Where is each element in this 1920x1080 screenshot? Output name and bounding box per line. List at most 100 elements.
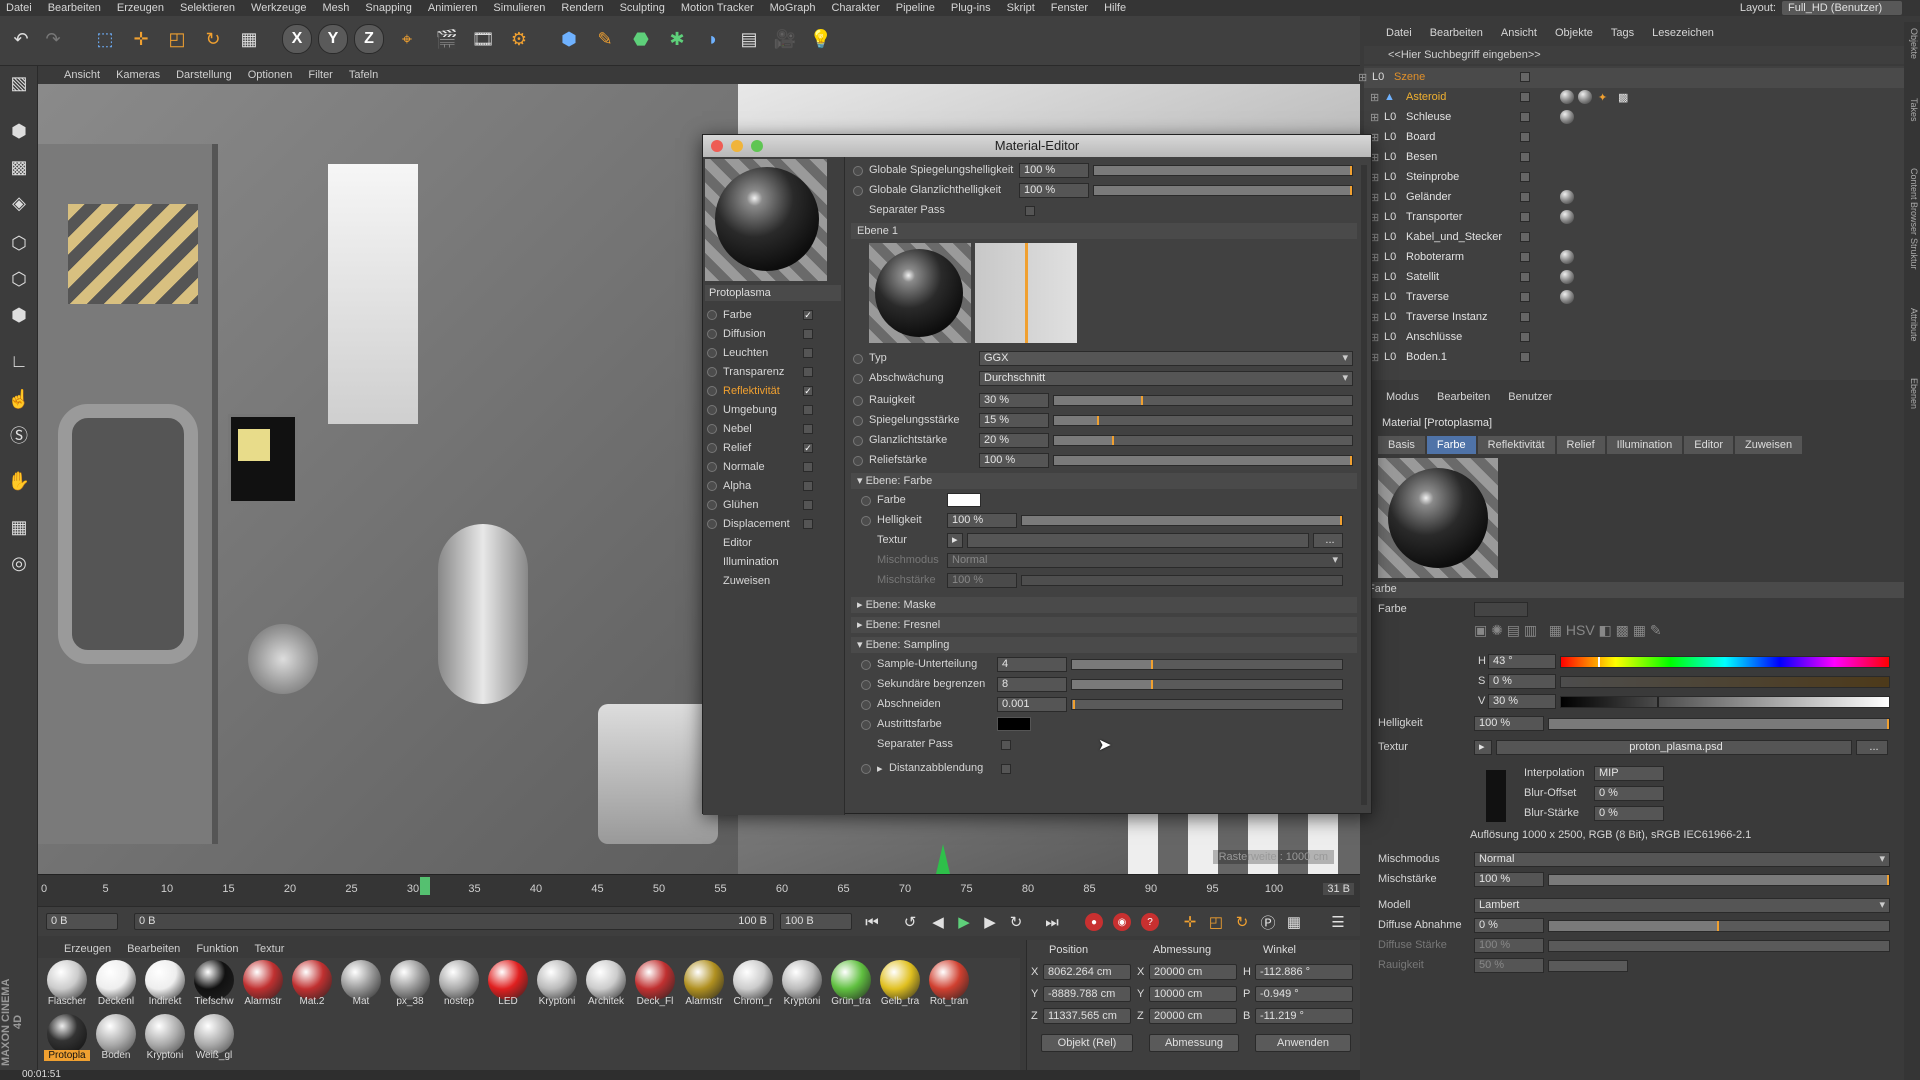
channel-item[interactable]: Relief ✓: [707, 440, 813, 456]
rotation-b-field[interactable]: -11.219 °: [1255, 1008, 1353, 1024]
channel-item[interactable]: Reflektivität ✓: [707, 383, 813, 399]
menu-item[interactable]: Motion Tracker: [681, 2, 754, 14]
attribute-tab[interactable]: Farbe: [1426, 436, 1476, 454]
channel-checkbox[interactable]: [803, 367, 813, 377]
array-icon[interactable]: ✱: [662, 24, 692, 54]
material-tag-icon[interactable]: [1560, 290, 1574, 304]
visibility-toggle-icon[interactable]: [1520, 152, 1530, 162]
autokey-icon[interactable]: ◉: [1113, 913, 1131, 931]
animate-radio[interactable]: [861, 764, 871, 774]
mix-mode-select[interactable]: Normal: [1474, 852, 1890, 867]
channel-checkbox[interactable]: ✓: [803, 386, 813, 396]
menu-item[interactable]: Hilfe: [1104, 2, 1126, 14]
layer-fresnel-section[interactable]: ▸ Ebene: Fresnel: [851, 617, 1357, 633]
color-picker-icons[interactable]: ▣ ✺ ▤ ▥ ▦ HSV ◧ ▩ ▦ ✎: [1474, 622, 1662, 639]
workplane-lock-icon[interactable]: ◎: [4, 548, 34, 578]
object-row[interactable]: ⊞ L0 Roboterarm: [1364, 248, 1904, 268]
secondary-field[interactable]: 8: [997, 677, 1067, 692]
render-settings-icon[interactable]: ⚙: [504, 24, 534, 54]
value-marker[interactable]: [1561, 697, 1660, 707]
separate-pass-checkbox[interactable]: [1025, 206, 1035, 216]
render-picture-viewer-icon[interactable]: 🎞: [468, 24, 498, 54]
phong-tag-icon[interactable]: ✦: [1598, 91, 1607, 104]
layer-texture-menu[interactable]: ▸: [947, 533, 963, 548]
hue-field[interactable]: 43 °: [1488, 654, 1556, 669]
channel-item[interactable]: Diffusion: [707, 326, 813, 342]
channel-item[interactable]: Glühen: [707, 497, 813, 513]
sample-sub-field[interactable]: 4: [997, 657, 1067, 672]
nurbs-icon[interactable]: ⬣: [626, 24, 656, 54]
close-window-icon[interactable]: [711, 140, 723, 152]
visibility-toggle-icon[interactable]: [1520, 232, 1530, 242]
layer-mix-mode-select[interactable]: Normal: [947, 553, 1343, 568]
object-menu-item[interactable]: Lesezeichen: [1652, 27, 1714, 39]
animate-radio[interactable]: [861, 720, 871, 730]
channel-item[interactable]: Transparenz: [707, 364, 813, 380]
channel-checkbox[interactable]: [803, 481, 813, 491]
viewport-menu-item[interactable]: Filter: [308, 69, 332, 81]
display-tag-icon[interactable]: ▩: [1618, 91, 1628, 104]
animate-radio[interactable]: [861, 516, 871, 526]
material-swatch[interactable]: px_38: [387, 960, 433, 1010]
visibility-toggle-icon[interactable]: [1520, 72, 1530, 82]
polygons-mode-icon[interactable]: ⬢: [4, 300, 34, 330]
channel-radio[interactable]: [707, 348, 717, 358]
channel-extra-item[interactable]: Zuweisen: [707, 573, 813, 589]
menu-item[interactable]: Bearbeiten: [48, 2, 101, 14]
visibility-toggle-icon[interactable]: [1520, 312, 1530, 322]
global-spec-field[interactable]: 100 %: [1019, 163, 1089, 178]
roughness-slider[interactable]: [1548, 960, 1628, 972]
material-tag-icon[interactable]: [1560, 270, 1574, 284]
channel-checkbox[interactable]: ✓: [803, 310, 813, 320]
cutoff-field[interactable]: 0.001: [997, 697, 1067, 712]
side-tab[interactable]: Objekte: [1905, 28, 1919, 59]
coordinate-system-icon[interactable]: ⌖: [392, 24, 422, 54]
layer-texture-field[interactable]: [967, 533, 1309, 548]
next-key-icon[interactable]: ↻: [1006, 912, 1026, 932]
material-swatch[interactable]: Kryptoni: [142, 1014, 188, 1064]
material-tag-icon[interactable]: [1560, 110, 1574, 124]
channel-radio[interactable]: [707, 481, 717, 491]
object-row[interactable]: ⊞ L0 Anschlüsse: [1364, 328, 1904, 348]
material-swatch[interactable]: Rot_tran: [926, 960, 972, 1010]
pen-spline-icon[interactable]: ✎: [590, 24, 620, 54]
channel-item[interactable]: Displacement: [707, 516, 813, 532]
y-axis-lock-button[interactable]: Y: [318, 24, 348, 54]
end-frame-field[interactable]: 100 B: [780, 913, 852, 930]
channel-checkbox[interactable]: [803, 519, 813, 529]
animate-radio[interactable]: [853, 436, 863, 446]
axis-mode-icon[interactable]: ∟: [4, 346, 34, 376]
scale-key-icon[interactable]: ◰: [1206, 912, 1226, 932]
saturation-field[interactable]: 0 %: [1488, 674, 1556, 689]
channel-extra-item[interactable]: Editor: [707, 535, 813, 551]
visibility-toggle-icon[interactable]: [1520, 272, 1530, 282]
grid-icon[interactable]: ▦: [4, 512, 34, 542]
undo-icon[interactable]: ↶: [6, 24, 36, 54]
menu-item[interactable]: Fenster: [1051, 2, 1088, 14]
animate-radio[interactable]: [861, 700, 871, 710]
model-mode-icon[interactable]: ⬢: [4, 116, 34, 146]
channel-checkbox[interactable]: [803, 500, 813, 510]
channel-radio[interactable]: [707, 500, 717, 510]
menu-item[interactable]: Mesh: [322, 2, 349, 14]
object-row[interactable]: ⊞ L0 Besen: [1364, 148, 1904, 168]
spec-strength-slider[interactable]: [1053, 415, 1353, 426]
apply-button[interactable]: Anwenden: [1255, 1034, 1351, 1052]
object-row[interactable]: ⊞ L0 Geländer: [1364, 188, 1904, 208]
edges-mode-icon[interactable]: ⬡: [4, 264, 34, 294]
menu-item[interactable]: Werkzeuge: [251, 2, 306, 14]
material-menu-item[interactable]: Erzeugen: [64, 943, 111, 955]
material-swatch[interactable]: Kryptoni: [779, 960, 825, 1010]
layer-1-header[interactable]: Ebene 1: [851, 223, 1357, 239]
previous-frame-icon[interactable]: ◀: [928, 912, 948, 932]
material-swatch[interactable]: Deckenl: [93, 960, 139, 1010]
record-active-icon[interactable]: ●: [1085, 913, 1103, 931]
blur-strength-field[interactable]: 0 %: [1594, 806, 1664, 821]
expand-toggle-icon[interactable]: ⊞: [1370, 91, 1379, 104]
type-select[interactable]: GGX: [979, 351, 1353, 366]
channel-checkbox[interactable]: [803, 329, 813, 339]
coordinate-mode-select[interactable]: Objekt (Rel): [1041, 1034, 1133, 1052]
position-z-field[interactable]: 11337.565 cm: [1043, 1008, 1131, 1024]
channel-item[interactable]: Umgebung: [707, 402, 813, 418]
material-swatch[interactable]: Indirekt: [142, 960, 188, 1010]
